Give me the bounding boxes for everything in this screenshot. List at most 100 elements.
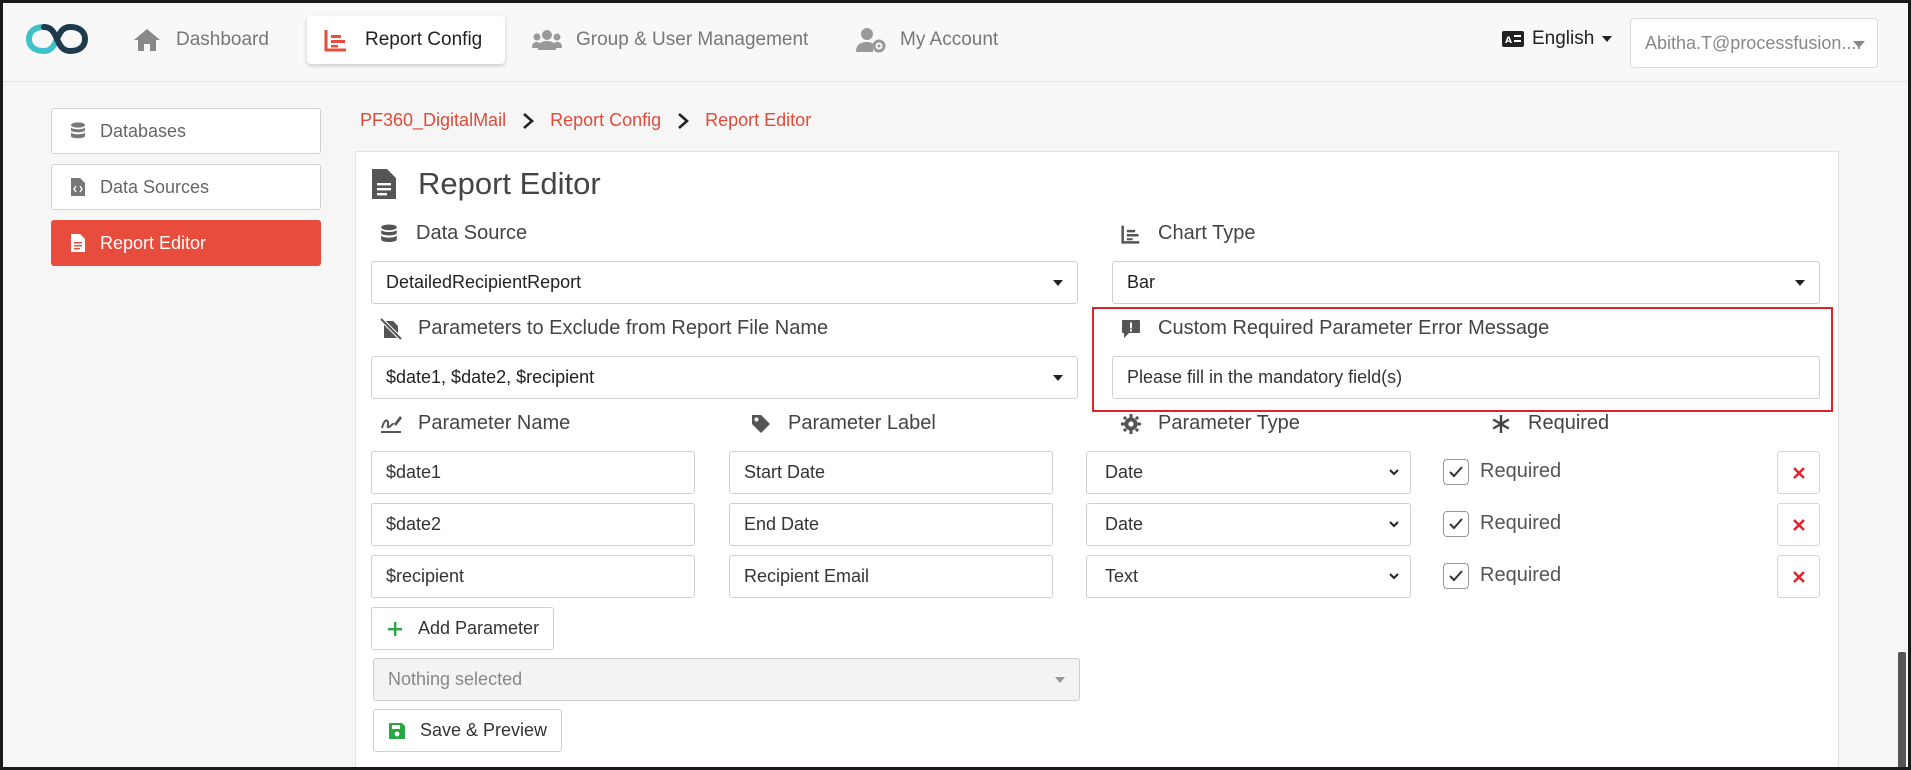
home-icon (132, 26, 162, 54)
nav-my-account[interactable]: My Account (842, 16, 1012, 64)
required-label: Required (1480, 564, 1562, 586)
required-label: Required (1480, 512, 1562, 534)
exclude-params-label: Parameters to Exclude from Report File N… (380, 317, 828, 340)
parameter-label-header-text: Parameter Label (788, 412, 936, 434)
parameter-type-select[interactable]: Date (1086, 503, 1411, 546)
parameter-label-value: Recipient Email (744, 566, 870, 586)
parameter-label-input[interactable]: Recipient Email (729, 555, 1053, 598)
nav-report-config-label: Report Config (365, 29, 483, 50)
chevron-down-icon (1389, 573, 1399, 580)
highlight-box (1092, 307, 1833, 412)
parameter-type-select[interactable]: Text (1086, 555, 1411, 598)
required-header: Required (1490, 412, 1609, 435)
data-source-select[interactable]: DetailedRecipientReport (371, 261, 1078, 304)
user-cog-icon (856, 26, 886, 54)
parameter-type-value: Date (1105, 462, 1144, 482)
caret-down-icon (1053, 375, 1063, 381)
chart-icon (321, 26, 351, 54)
check-icon (1449, 518, 1463, 530)
required-header-text: Required (1528, 412, 1610, 434)
close-icon (1792, 518, 1805, 531)
file-code-icon (68, 177, 88, 197)
exclude-params-label-text: Parameters to Exclude from Report File N… (418, 317, 829, 339)
parameter-label-value: Start Date (744, 462, 826, 482)
nothing-selected-value: Nothing selected (388, 669, 523, 689)
chart-type-value: Bar (1127, 272, 1156, 292)
caret-down-icon (1795, 280, 1805, 286)
close-icon (1792, 570, 1805, 583)
add-parameter-label: Add Parameter (418, 618, 540, 638)
breadcrumb: PF360_DigitalMail Report Config Report E… (360, 110, 811, 131)
language-label: English (1532, 28, 1595, 49)
gear-icon (1120, 413, 1142, 435)
sidebar-item-label: Report Editor (100, 232, 207, 253)
sidebar-item-databases[interactable]: Databases (51, 108, 321, 154)
data-source-label-text: Data Source (416, 222, 528, 244)
infinity-logo-icon[interactable] (26, 20, 88, 58)
breadcrumb-item[interactable]: PF360_DigitalMail (360, 110, 506, 131)
signature-icon (380, 413, 402, 435)
parameter-label-header: Parameter Label (750, 412, 936, 435)
nav-report-config[interactable]: Report Config (307, 16, 505, 64)
chart-type-label: Chart Type (1120, 222, 1255, 245)
language-dropdown[interactable]: A English (1502, 28, 1613, 50)
parameter-name-input[interactable]: $date1 (371, 451, 695, 494)
scrollbar[interactable] (1898, 652, 1906, 768)
chevron-down-icon (1853, 41, 1865, 48)
plus-icon (386, 620, 404, 638)
tag-icon (750, 413, 772, 435)
parameter-type-value: Date (1105, 514, 1144, 534)
chevron-down-icon (1602, 36, 1613, 42)
save-preview-button[interactable]: Save & Preview (373, 709, 563, 752)
chart-type-label-text: Chart Type (1158, 222, 1256, 244)
top-navbar: Dashboard Report Config Group & User Man… (0, 0, 1911, 82)
nav-dashboard[interactable]: Dashboard (118, 16, 283, 64)
delete-parameter-button[interactable] (1777, 503, 1820, 546)
delete-parameter-button[interactable] (1777, 555, 1820, 598)
language-icon: A (1502, 31, 1524, 47)
nav-dashboard-label: Dashboard (176, 29, 269, 50)
sidebar-item-data-sources[interactable]: Data Sources (51, 164, 321, 210)
parameter-name-input[interactable]: $recipient (371, 555, 695, 598)
data-source-label: Data Source (378, 222, 527, 245)
parameter-label-input[interactable]: End Date (729, 503, 1053, 546)
delete-parameter-button[interactable] (1777, 451, 1820, 494)
exclude-params-select[interactable]: $date1, $date2, $recipient (371, 356, 1078, 399)
parameter-type-header-text: Parameter Type (1158, 412, 1300, 434)
nothing-selected-select[interactable]: Nothing selected (373, 658, 1080, 701)
page-title-text: Report Editor (418, 166, 601, 201)
user-dropdown[interactable]: Abitha.T@processfusion.... (1630, 18, 1878, 68)
page-title: Report Editor (372, 166, 601, 202)
nav-group-user-label: Group & User Management (576, 29, 809, 50)
parameter-type-select[interactable]: Date (1086, 451, 1411, 494)
file-excluded-icon (380, 317, 402, 340)
parameter-name-header-text: Parameter Name (418, 412, 571, 434)
save-icon (388, 722, 406, 740)
parameter-name-value: $date2 (386, 514, 442, 534)
parameter-name-input[interactable]: $date2 (371, 503, 695, 546)
nav-group-user-management[interactable]: Group & User Management (518, 16, 822, 64)
sidebar-item-label: Databases (100, 120, 187, 141)
chevron-down-icon (1389, 469, 1399, 476)
asterisk-icon (1490, 413, 1512, 435)
caret-down-icon (1055, 677, 1065, 683)
required-checkbox[interactable] (1443, 563, 1469, 589)
data-source-value: DetailedRecipientReport (386, 272, 582, 292)
required-checkbox[interactable] (1443, 511, 1469, 537)
required-checkbox[interactable] (1443, 459, 1469, 485)
save-preview-label: Save & Preview (420, 720, 548, 740)
database-icon (68, 121, 88, 141)
check-icon (1449, 466, 1463, 478)
sidebar-item-label: Data Sources (100, 176, 210, 197)
caret-down-icon (1053, 280, 1063, 286)
required-label: Required (1480, 460, 1562, 482)
add-parameter-button[interactable]: Add Parameter (371, 607, 555, 650)
parameter-label-input[interactable]: Start Date (729, 451, 1053, 494)
breadcrumb-item[interactable]: Report Editor (705, 110, 811, 131)
sidebar-item-report-editor[interactable]: Report Editor (51, 220, 321, 266)
parameter-name-value: $date1 (386, 462, 442, 482)
chart-type-select[interactable]: Bar (1112, 261, 1820, 304)
breadcrumb-item[interactable]: Report Config (550, 110, 661, 131)
parameter-type-value: Text (1105, 566, 1139, 586)
chevron-right-icon (523, 112, 535, 129)
